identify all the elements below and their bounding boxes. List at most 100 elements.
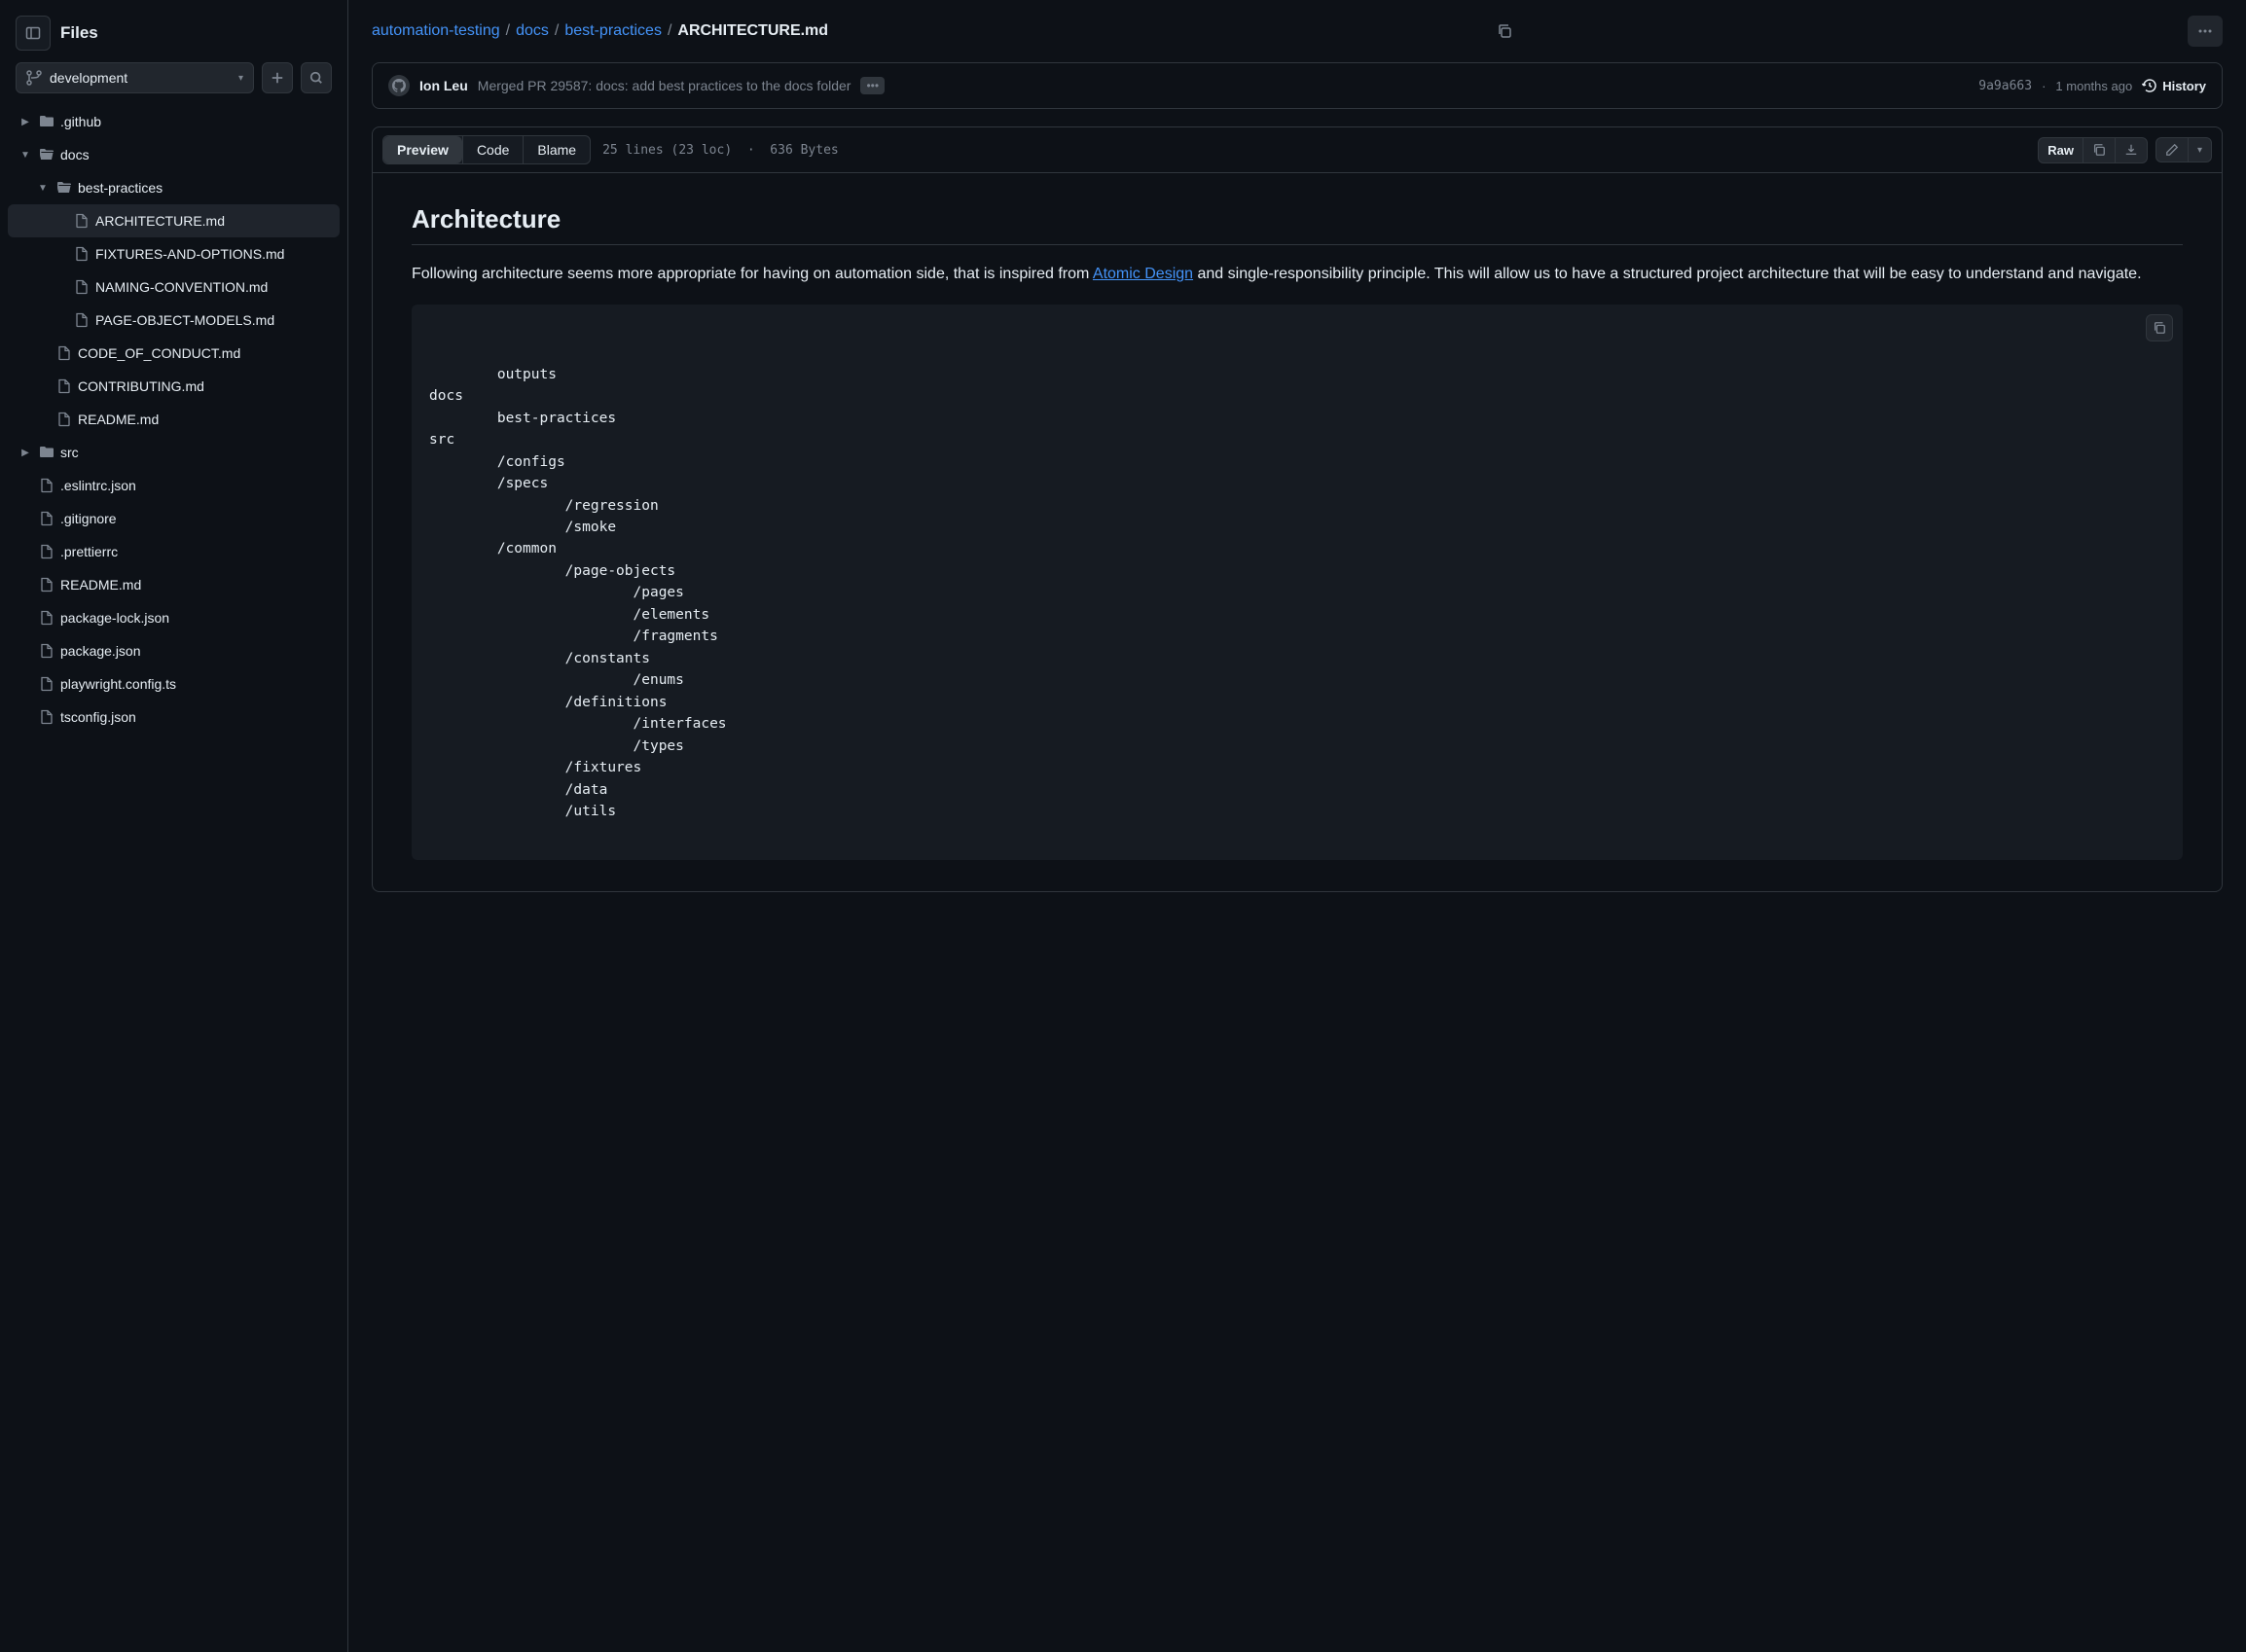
tree-item[interactable]: .gitignore (8, 502, 340, 535)
caret-down-icon: ▾ (238, 73, 243, 84)
tree-item[interactable]: package-lock.json (8, 601, 340, 634)
chevron-icon: ▶ (18, 117, 33, 127)
tree-item-label: README.md (60, 577, 141, 593)
tab-preview[interactable]: Preview (383, 136, 462, 163)
tree-item[interactable]: .eslintrc.json (8, 469, 340, 502)
tree-item[interactable]: PAGE-OBJECT-MODELS.md (8, 304, 340, 337)
commit-expand-button[interactable]: ••• (860, 77, 885, 94)
breadcrumb-row: automation-testing/docs/best-practices/A… (372, 16, 2223, 47)
file-icon (39, 511, 54, 526)
sidebar-title: Files (60, 23, 98, 43)
commit-author[interactable]: Ion Leu (419, 78, 468, 93)
view-tabs: Preview Code Blame (382, 135, 591, 164)
file-icon (39, 709, 54, 725)
tree-item[interactable]: CODE_OF_CONDUCT.md (8, 337, 340, 370)
commit-sha[interactable]: 9a9a663 (1978, 79, 2032, 93)
doc-heading: Architecture (412, 204, 2183, 245)
raw-group: Raw (2038, 137, 2148, 163)
file-box: Preview Code Blame 25 lines (23 loc) · 6… (372, 126, 2223, 892)
tree-item-label: package-lock.json (60, 610, 169, 626)
atomic-design-link[interactable]: Atomic Design (1093, 266, 1193, 282)
file-icon (39, 676, 54, 692)
main-content: automation-testing/docs/best-practices/A… (348, 0, 2246, 1652)
chevron-icon (35, 414, 51, 425)
file-icon (39, 478, 54, 493)
copy-code-button[interactable] (2146, 314, 2173, 341)
sidebar-header: Files (8, 16, 340, 62)
tree-item[interactable]: .prettierrc (8, 535, 340, 568)
branch-row: development ▾ (8, 62, 340, 105)
file-icon (56, 378, 72, 394)
tree-item[interactable]: CONTRIBUTING.md (8, 370, 340, 403)
tree-item-label: .prettierrc (60, 544, 118, 559)
search-files-button[interactable] (301, 62, 332, 93)
file-icon (39, 643, 54, 659)
tree-item-label: CONTRIBUTING.md (78, 378, 204, 394)
chevron-icon: ▼ (35, 183, 51, 194)
chevron-icon: ▼ (18, 150, 33, 161)
tree-item[interactable]: ARCHITECTURE.md (8, 204, 340, 237)
tree-item-label: .eslintrc.json (60, 478, 136, 493)
tree-item[interactable]: ▶src (8, 436, 340, 469)
breadcrumb-link[interactable]: docs (516, 22, 549, 40)
file-icon (39, 577, 54, 593)
tree-item[interactable]: NAMING-CONVENTION.md (8, 270, 340, 304)
tree-item[interactable]: playwright.config.ts (8, 667, 340, 700)
tree-item-label: FIXTURES-AND-OPTIONS.md (95, 246, 284, 262)
git-branch-icon (26, 70, 42, 86)
edit-group: ▾ (2155, 137, 2212, 162)
add-file-button[interactable] (262, 62, 293, 93)
history-button[interactable]: History (2142, 78, 2206, 93)
breadcrumb: automation-testing/docs/best-practices/A… (372, 22, 828, 40)
tree-item[interactable]: FIXTURES-AND-OPTIONS.md (8, 237, 340, 270)
raw-button[interactable]: Raw (2039, 138, 2083, 162)
tree-item-label: tsconfig.json (60, 709, 136, 725)
file-icon (74, 246, 90, 262)
tree-item[interactable]: README.md (8, 403, 340, 436)
folder-icon (39, 114, 54, 129)
file-icon (74, 312, 90, 328)
chevron-icon: ▶ (18, 448, 33, 458)
breadcrumb-separator: / (506, 22, 510, 40)
tree-item-label: CODE_OF_CONDUCT.md (78, 345, 240, 361)
chevron-icon (18, 514, 33, 524)
copy-path-button[interactable] (1491, 18, 1518, 45)
tree-item-label: docs (60, 147, 90, 162)
tree-item-label: ARCHITECTURE.md (95, 213, 225, 229)
file-icon (39, 544, 54, 559)
breadcrumb-link[interactable]: best-practices (564, 22, 662, 40)
branch-selector[interactable]: development ▾ (16, 62, 254, 93)
commit-time: 1 months ago (2055, 79, 2132, 93)
sidebar: Files development ▾ ▶ .github ▼ docs ▼ best-p… (0, 0, 348, 1652)
tree-item[interactable]: README.md (8, 568, 340, 601)
more-options-button[interactable] (2188, 16, 2223, 47)
edit-button[interactable] (2156, 138, 2188, 162)
chevron-icon (35, 381, 51, 392)
breadcrumb-current: ARCHITECTURE.md (677, 22, 828, 40)
tree-item[interactable]: package.json (8, 634, 340, 667)
download-button[interactable] (2115, 138, 2147, 162)
tree-item-label: playwright.config.ts (60, 676, 176, 692)
side-panel-toggle-button[interactable] (16, 16, 51, 51)
tree-item-label: README.md (78, 412, 159, 427)
breadcrumb-separator: / (555, 22, 559, 40)
tab-blame[interactable]: Blame (523, 136, 590, 163)
edit-dropdown-button[interactable]: ▾ (2188, 138, 2211, 162)
file-icon (74, 213, 90, 229)
tree-item[interactable]: ▶ .github (8, 105, 340, 138)
file-icon (74, 279, 90, 295)
breadcrumb-link[interactable]: automation-testing (372, 22, 500, 40)
tab-code[interactable]: Code (462, 136, 523, 163)
copy-raw-button[interactable] (2083, 138, 2115, 162)
author-avatar[interactable] (388, 75, 410, 96)
chevron-icon (53, 315, 68, 326)
chevron-icon (18, 712, 33, 723)
tree-item-label: best-practices (78, 180, 163, 196)
chevron-icon (53, 216, 68, 227)
tree-item[interactable]: ▼ best-practices (8, 171, 340, 204)
tree-item[interactable]: tsconfig.json (8, 700, 340, 734)
tree-item[interactable]: ▼ docs (8, 138, 340, 171)
file-header: Preview Code Blame 25 lines (23 loc) · 6… (373, 127, 2222, 173)
commit-message[interactable]: Merged PR 29587: docs: add best practice… (478, 78, 851, 93)
tree-item-label: .github (60, 114, 101, 129)
